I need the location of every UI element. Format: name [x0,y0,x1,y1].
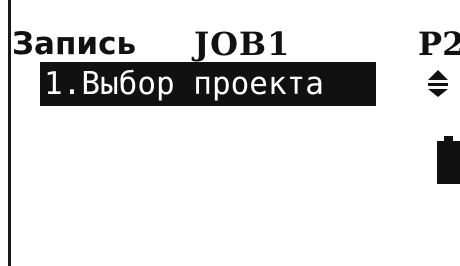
job-name: JOB1 [194,25,291,63]
menu-item-select-project[interactable]: 1.Выбор проекта [40,62,376,106]
screen-title: Запись [12,26,137,62]
scroll-up-down-icon [428,70,448,97]
page-indicator: P2 [418,25,460,63]
battery-icon [437,136,460,184]
screen-frame-edge [8,0,11,266]
instrument-screen: Запись JOB1 P2 1.Выбор проекта [0,0,460,266]
